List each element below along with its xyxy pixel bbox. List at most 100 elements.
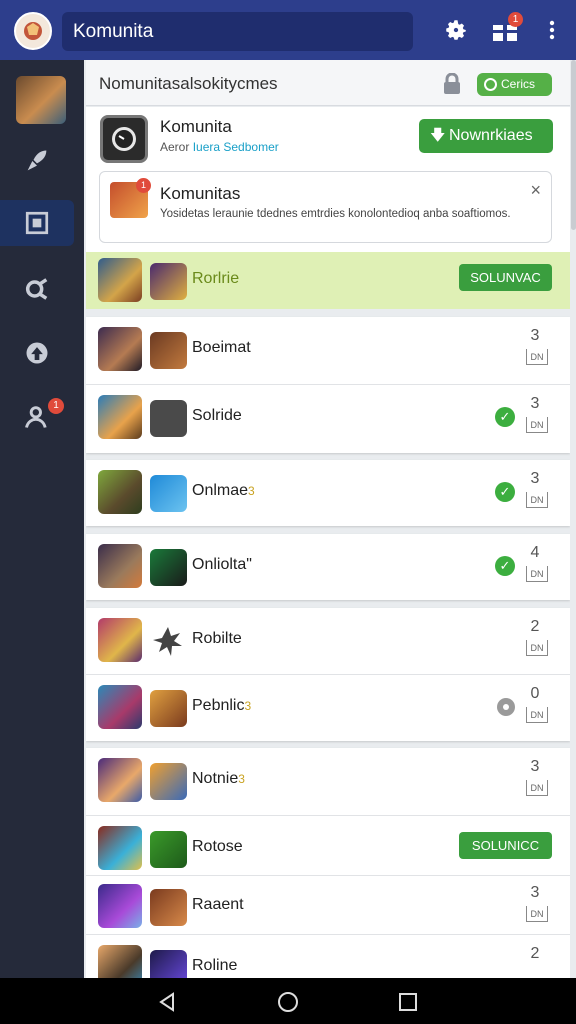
- notice-title: Komunitas: [160, 184, 241, 203]
- item-count: 2: [530, 945, 540, 962]
- app-icon: [150, 475, 187, 512]
- check-icon: ✓: [495, 556, 515, 576]
- featured-row-inner: Rorlrie SOLUNVAC: [86, 248, 570, 314]
- lock-icon[interactable]: [443, 73, 461, 95]
- game-thumbnail: [98, 685, 142, 729]
- scrollbar[interactable]: [571, 60, 576, 230]
- item-count: 3: [530, 884, 540, 901]
- top-app-bar: Komunita 1: [0, 0, 576, 60]
- game-thumbnail: [98, 544, 142, 588]
- community-subtitle: Aeror Iuera Sedbomer: [160, 140, 279, 154]
- row-action-button[interactable]: SOLUNICC: [459, 832, 552, 859]
- sidebar-item-community[interactable]: [0, 200, 74, 246]
- app-icon: [150, 549, 187, 586]
- item-name: Onlmae3: [192, 482, 255, 499]
- item-unit: DN: [526, 492, 548, 508]
- item-count: 4: [530, 544, 540, 561]
- item-count: 2: [530, 618, 540, 635]
- check-icon: ✓: [495, 482, 515, 502]
- system-nav-bar: [0, 978, 576, 1024]
- join-community-button[interactable]: 🡇 Nownrkiaes: [419, 119, 553, 153]
- friends-badge: 1: [48, 398, 64, 414]
- sidebar-item-explore[interactable]: [0, 138, 74, 184]
- pending-icon: [497, 698, 515, 716]
- item-name: Pebnlic3: [192, 697, 252, 714]
- list-item[interactable]: Robilte 2 DN: [86, 608, 570, 674]
- app-icon: [150, 690, 187, 727]
- featured-name: Rorlrie: [192, 270, 240, 287]
- item-count: 3: [530, 758, 540, 775]
- user-avatar[interactable]: [16, 76, 66, 124]
- item-name: Raaent: [192, 896, 244, 913]
- item-name: Onliolta": [192, 556, 252, 573]
- app-icon: [150, 889, 187, 926]
- featured-row[interactable]: Rorlrie SOLUNVAC: [86, 252, 570, 309]
- item-unit: DN: [526, 640, 548, 656]
- list-item[interactable]: Rotose SOLUNICC: [86, 816, 570, 876]
- app-icon: [150, 400, 187, 437]
- game-thumbnail: [98, 258, 142, 302]
- list-item[interactable]: Onlmae3 ✓ 3 DN: [86, 460, 570, 526]
- list-item[interactable]: Solride ✓ 3 DN: [86, 385, 570, 451]
- list-item[interactable]: Roline 2: [86, 935, 570, 978]
- item-unit: DN: [526, 707, 548, 723]
- app-icon: [150, 763, 187, 800]
- screen-icon: [25, 211, 49, 235]
- search-field[interactable]: Komunita: [62, 12, 413, 51]
- status-pill[interactable]: Cerics: [477, 73, 552, 96]
- home-icon[interactable]: [276, 990, 300, 1014]
- app-logo-icon[interactable]: [14, 12, 52, 50]
- game-thumbnail: [98, 826, 142, 870]
- notice-body: Yosidetas leraunie tdednes emtrdies kono…: [160, 208, 511, 220]
- featured-action-button[interactable]: SOLUNVAC: [459, 264, 552, 291]
- app-icon: [150, 263, 187, 300]
- more-vertical-icon[interactable]: [536, 14, 568, 46]
- list-item[interactable]: Raaent 3 DN: [86, 874, 570, 932]
- game-thumbnail: [98, 470, 142, 514]
- panel-header: Nomunitasalsokitycmes Cerics: [86, 60, 570, 106]
- sidebar-item-upload[interactable]: [0, 330, 74, 376]
- item-name: Roline: [192, 957, 238, 974]
- list-item[interactable]: Onliolta" ✓ 4 DN: [86, 534, 570, 600]
- back-icon[interactable]: [155, 990, 179, 1014]
- game-thumbnail: [98, 395, 142, 439]
- item-name: Notnie3: [192, 770, 245, 787]
- gift-icon[interactable]: 1: [489, 12, 523, 46]
- list-card: Boeimat 3 DN Solride ✓ 3 DN: [86, 317, 570, 453]
- item-unit: DN: [526, 780, 548, 796]
- recents-icon[interactable]: [396, 990, 420, 1014]
- upload-cloud-icon: [26, 342, 48, 364]
- list-card: Onlmae3 ✓ 3 DN: [86, 460, 570, 526]
- game-thumbnail: [98, 945, 142, 978]
- item-count: 0: [530, 685, 540, 702]
- notice-card: 1 Komunitas Yosidetas leraunie tdednes e…: [99, 171, 552, 243]
- gift-badge: 1: [508, 12, 523, 27]
- item-unit: DN: [526, 417, 548, 433]
- app-icon: [150, 831, 187, 868]
- list-item[interactable]: Notnie3 3 DN: [86, 748, 570, 814]
- item-count: 3: [530, 470, 540, 487]
- item-name: Robilte: [192, 630, 242, 647]
- sidebar: 1: [0, 60, 84, 978]
- settings-gear-icon[interactable]: [440, 14, 472, 46]
- item-name: Rotose: [192, 838, 243, 855]
- community-title: Komunita: [160, 117, 232, 136]
- item-name: Boeimat: [192, 339, 251, 356]
- list-item[interactable]: Pebnlic3 0 DN: [86, 675, 570, 741]
- app-icon: [150, 332, 187, 369]
- list-card: Onliolta" ✓ 4 DN: [86, 534, 570, 600]
- item-name: Solride: [192, 407, 242, 424]
- game-thumbnail: [98, 618, 142, 662]
- download-arrow-icon: 🡇: [430, 127, 446, 144]
- app-icon: [150, 623, 187, 660]
- main-panel: Nomunitasalsokitycmes Cerics Komunita Ae…: [86, 60, 570, 978]
- search-icon: [25, 278, 48, 300]
- list-item[interactable]: Boeimat 3 DN: [86, 317, 570, 383]
- notice-badge: 1: [136, 178, 151, 193]
- app-icon: [150, 950, 187, 978]
- panel-title: Nomunitasalsokitycmes: [99, 74, 278, 93]
- sidebar-item-search[interactable]: [0, 266, 74, 312]
- sidebar-item-friends[interactable]: 1: [0, 394, 74, 440]
- rocket-icon: [27, 150, 47, 171]
- close-icon[interactable]: ×: [530, 180, 541, 201]
